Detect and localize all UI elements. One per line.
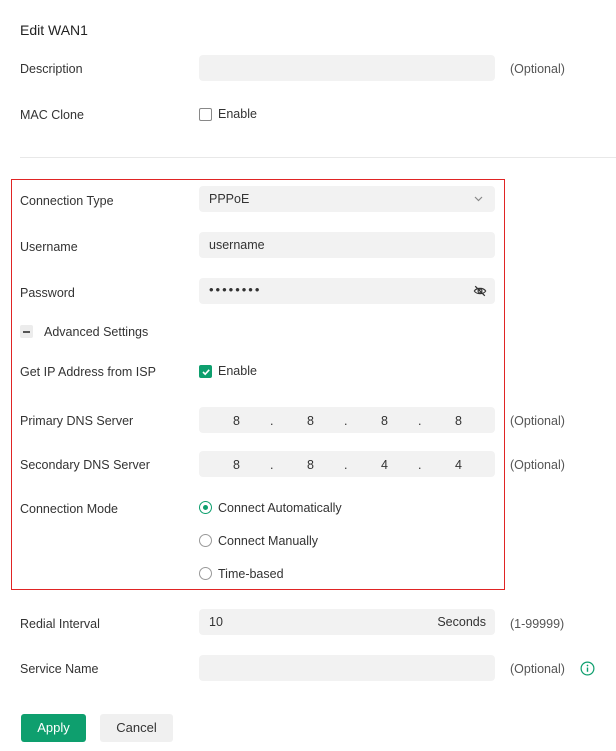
connection-type-select[interactable]: PPPoE	[199, 186, 495, 212]
description-hint: (Optional)	[510, 62, 565, 76]
primary-dns-input[interactable]: 8 . 8 . 8 . 8	[199, 407, 495, 433]
get-ip-enable-label: Enable	[218, 364, 257, 378]
redial-interval-label: Redial Interval	[20, 617, 100, 631]
ip-separator: .	[270, 458, 274, 472]
get-ip-label: Get IP Address from ISP	[20, 365, 156, 379]
check-icon	[202, 369, 210, 376]
description-input[interactable]	[199, 55, 495, 81]
secondary-dns-octet-3[interactable]: 4	[381, 458, 388, 472]
ip-separator: .	[270, 414, 274, 428]
mac-clone-label: MAC Clone	[20, 108, 84, 122]
password-label: Password	[20, 286, 75, 300]
advanced-settings-label: Advanced Settings	[44, 325, 149, 339]
connect-automatically-label: Connect Automatically	[218, 501, 342, 515]
secondary-dns-octet-2[interactable]: 8	[307, 458, 314, 472]
primary-dns-octet-4[interactable]: 8	[455, 414, 462, 428]
chevron-down-icon	[474, 196, 483, 202]
primary-dns-label: Primary DNS Server	[20, 414, 134, 428]
connect-manually-label: Connect Manually	[218, 534, 319, 548]
primary-dns-hint: (Optional)	[510, 414, 565, 428]
page-title: Edit WAN1	[20, 22, 88, 38]
password-masked-value: ••••••••	[209, 282, 262, 297]
connection-type-label: Connection Type	[20, 194, 114, 208]
ip-separator: .	[418, 458, 422, 472]
info-icon[interactable]	[580, 661, 595, 676]
time-based-label: Time-based	[218, 567, 284, 581]
ip-separator: .	[344, 458, 348, 472]
mac-clone-checkbox[interactable]	[199, 108, 212, 121]
ip-separator: .	[418, 414, 422, 428]
secondary-dns-hint: (Optional)	[510, 458, 565, 472]
username-label: Username	[20, 240, 78, 254]
primary-dns-octet-2[interactable]: 8	[307, 414, 314, 428]
primary-dns-octet-3[interactable]: 8	[381, 414, 388, 428]
service-name-label: Service Name	[20, 662, 99, 676]
radio-connect-manually[interactable]	[199, 534, 212, 547]
mac-clone-enable-label: Enable	[218, 107, 257, 121]
primary-dns-octet-1[interactable]: 8	[233, 414, 240, 428]
connection-mode-label: Connection Mode	[20, 502, 118, 516]
minus-icon	[23, 331, 30, 333]
username-input[interactable]: username	[199, 232, 495, 258]
service-name-input[interactable]	[199, 655, 495, 681]
radio-time-based[interactable]	[199, 567, 212, 580]
section-divider	[20, 157, 616, 158]
apply-button[interactable]: Apply	[21, 714, 86, 742]
ip-separator: .	[344, 414, 348, 428]
secondary-dns-octet-4[interactable]: 4	[455, 458, 462, 472]
description-label: Description	[20, 62, 83, 76]
service-name-hint: (Optional)	[510, 662, 565, 676]
cancel-button[interactable]: Cancel	[100, 714, 173, 742]
get-ip-checkbox[interactable]	[199, 365, 212, 378]
collapse-toggle[interactable]	[20, 325, 33, 338]
radio-connect-automatically[interactable]	[199, 501, 212, 514]
secondary-dns-octet-1[interactable]: 8	[233, 458, 240, 472]
connection-type-value: PPPoE	[209, 192, 250, 206]
password-input[interactable]: ••••••••	[199, 278, 495, 304]
redial-interval-value: 10	[209, 615, 223, 629]
secondary-dns-input[interactable]: 8 . 8 . 4 . 4	[199, 451, 495, 477]
redial-interval-input[interactable]: 10 Seconds	[199, 609, 495, 635]
eye-off-icon[interactable]	[473, 284, 487, 298]
username-value: username	[209, 238, 265, 252]
redial-range-hint: (1-99999)	[510, 617, 565, 631]
redial-unit: Seconds	[437, 615, 486, 629]
secondary-dns-label: Secondary DNS Server	[20, 458, 150, 472]
